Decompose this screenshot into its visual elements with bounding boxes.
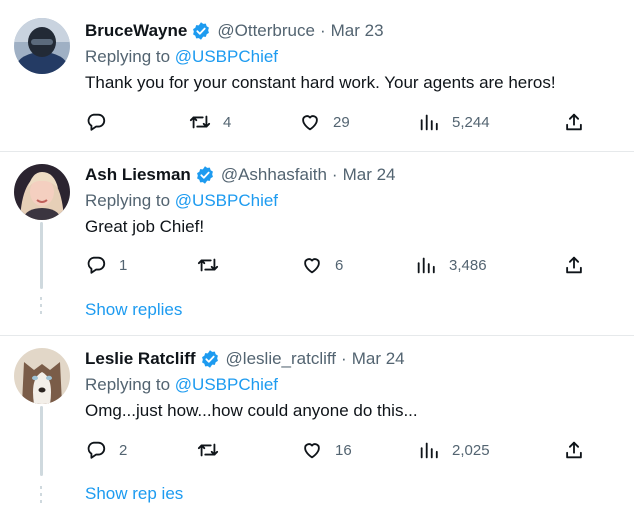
tweet-header: BruceWayne @Otterbruce · Mar 23 [85,20,624,42]
share-button[interactable] [563,253,585,277]
share-icon [566,113,582,131]
reply-icon [87,113,106,131]
replying-to: Replying to @USBPChief [85,374,624,396]
share-icon [566,441,582,459]
views-button[interactable]: 3,486 [415,253,487,277]
separator-dot: · [319,21,326,40]
like-count: 6 [335,256,344,274]
view-count: 2,025 [452,441,490,459]
user-handle[interactable]: @leslie_ratcliff [226,348,336,370]
tweet-3[interactable]: Leslie Ratcliff @leslie_ratcliff · Mar 2… [0,336,634,531]
verified-badge-icon [191,21,211,41]
tweet-text: Omg...just how...how could anyone do thi… [85,401,418,420]
avatar-husky-icon [14,348,70,404]
separator-dot: · [331,165,338,184]
thread-more-dots [40,297,43,318]
display-name[interactable]: BruceWayne [85,20,187,42]
mention-link[interactable]: @USBPChief [175,375,278,394]
show-replies-link[interactable]: Show replies [85,300,182,320]
like-button[interactable]: 16 [301,438,352,462]
avatar[interactable] [14,348,70,404]
tweet-date[interactable]: Mar 23 [331,20,384,42]
user-handle[interactable]: @Otterbruce [217,20,315,42]
views-chart-icon [420,114,438,131]
retweet-button[interactable] [197,253,231,277]
heart-icon [304,443,320,459]
thread-more-dots [40,486,43,507]
views-button[interactable]: 5,244 [418,110,490,134]
view-count: 3,486 [449,256,487,274]
retweet-icon [197,258,219,272]
display-name[interactable]: Leslie Ratcliff [85,348,196,370]
replying-to: Replying to @USBPChief [85,190,624,212]
like-count: 29 [333,113,350,131]
reply-count: 2 [119,441,128,459]
avatar-helmet-icon [14,18,70,74]
tweet-actions: 4 29 5,244 [85,110,605,134]
like-button[interactable]: 29 [299,110,350,134]
retweet-icon [189,115,211,129]
views-chart-icon [420,442,438,459]
retweet-button[interactable] [197,438,231,462]
verified-badge-icon [200,349,220,369]
user-handle[interactable]: @Ashhasfaith [221,164,327,186]
show-replies-link[interactable]: Show rep ies [85,484,183,504]
reply-count: 1 [119,256,128,274]
views-button[interactable]: 2,025 [418,438,490,462]
views-chart-icon [417,257,435,274]
retweet-count: 4 [223,113,232,131]
like-button[interactable]: 6 [301,253,343,277]
replying-to-label: Replying to [85,191,175,210]
tweet-date[interactable]: Mar 24 [343,164,396,186]
replying-to: Replying to @USBPChief [85,46,624,68]
separator-dot: · [341,349,347,368]
tweet-1[interactable]: BruceWayne @Otterbruce · Mar 23 Replying… [0,0,634,152]
tweet-text: Thank you for your constant hard work. Y… [85,73,556,92]
reply-icon [87,256,106,274]
share-button[interactable] [563,438,585,462]
reply-icon [87,441,106,459]
heart-icon [304,258,320,274]
replying-to-label: Replying to [85,47,175,66]
like-count: 16 [335,441,352,459]
heart-icon [302,115,318,131]
share-button[interactable] [563,110,585,134]
retweet-icon [197,443,219,457]
verified-badge-icon [195,165,215,185]
reply-button[interactable]: 1 [85,253,127,277]
thread-connector-line [40,406,43,476]
avatar-woman-icon [14,164,70,220]
reply-button[interactable] [85,110,119,134]
avatar[interactable] [14,18,70,74]
tweet-2[interactable]: Ash Liesman @Ashhasfaith · Mar 24 Replyi… [0,152,634,336]
replying-to-label: Replying to [85,375,175,394]
share-icon [566,256,582,274]
retweet-button[interactable]: 4 [189,110,231,134]
tweet-actions: 1 6 3,486 [85,253,605,277]
tweet-actions: 2 16 2,025 [85,438,605,462]
avatar[interactable] [14,164,70,220]
tweet-date[interactable]: Mar 24 [352,348,405,370]
display-name[interactable]: Ash Liesman [85,164,191,186]
tweet-text: Great job Chief! [85,217,205,236]
mention-link[interactable]: @USBPChief [175,191,278,210]
tweet-header: Ash Liesman @Ashhasfaith · Mar 24 [85,164,624,186]
view-count: 5,244 [452,113,490,131]
reply-button[interactable]: 2 [85,438,127,462]
mention-link[interactable]: @USBPChief [175,47,278,66]
thread-connector-line [40,222,43,289]
tweet-header: Leslie Ratcliff @leslie_ratcliff · Mar 2… [85,348,624,370]
